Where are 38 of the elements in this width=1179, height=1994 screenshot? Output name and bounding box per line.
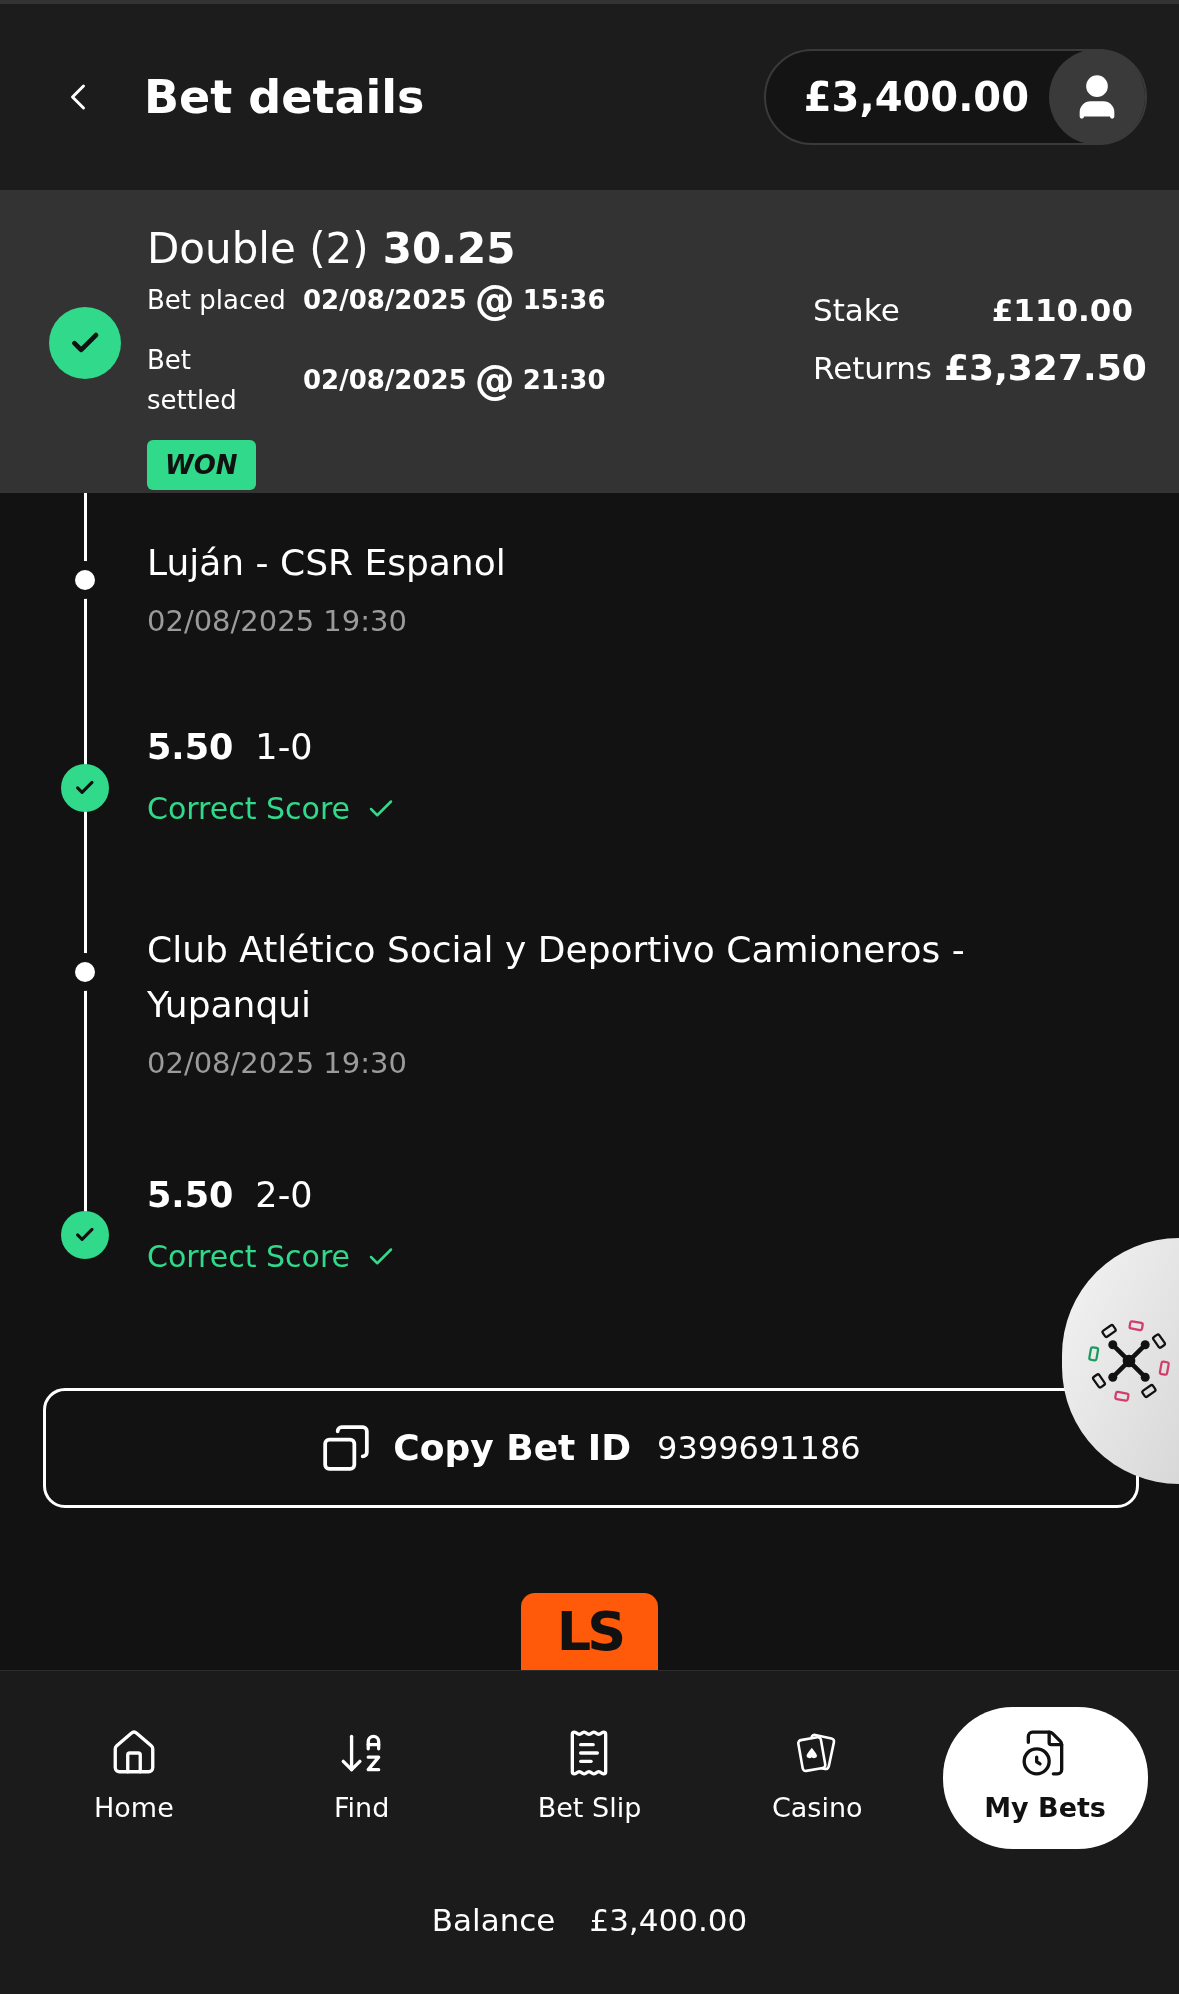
time-date: 02/08/2025 <box>303 364 467 397</box>
event-title: Luján - CSR Espanol <box>147 541 506 585</box>
copy-bet-id-button[interactable]: Copy Bet ID 9399691186 <box>43 1388 1139 1508</box>
bet-id: 9399691186 <box>657 1428 861 1469</box>
time-date: 02/08/2025 <box>303 284 467 317</box>
status-badge: WON <box>147 440 256 490</box>
market-label: Correct Score <box>147 792 351 826</box>
market-label: Correct Score <box>147 1240 351 1274</box>
nav-tab[interactable]: Home <box>31 1707 237 1849</box>
event-datetime: 02/08/2025 19:30 <box>147 604 408 638</box>
copy-icon <box>321 1423 372 1473</box>
score-selection: 2-0 <box>255 1174 313 1216</box>
bet-odds: 30.25 <box>382 224 516 274</box>
page-title: Bet details <box>144 68 425 126</box>
nav-tab[interactable]: Bet Slip <box>487 1707 692 1849</box>
at-sign: @ <box>474 360 515 400</box>
time-label: Bet settled <box>147 344 238 417</box>
balance-amount: £3,400.00 <box>589 1901 748 1940</box>
returns-amount: £3,327.50 <box>944 348 1147 388</box>
stake-label: Stake <box>813 291 900 330</box>
balance-label: Balance <box>431 1901 556 1940</box>
time-value: 15:36 <box>522 284 606 317</box>
score-selection: 1-0 <box>255 726 313 768</box>
event-title: Club Atlético Social y Deportivo Camioneros - Yupanqui <box>147 928 966 1027</box>
time-label: Bet placed <box>147 284 287 317</box>
nav-tab[interactable]: My Bets <box>942 1707 1148 1849</box>
odds-value: 5.50 <box>147 726 234 768</box>
brand-logo: LS <box>521 1593 658 1670</box>
at-sign: @ <box>474 280 515 320</box>
nav-tab[interactable]: Casino <box>714 1707 920 1849</box>
nav-tab[interactable]: Find <box>259 1707 465 1849</box>
stake-amount: £110.00 <box>991 291 1133 330</box>
bet-type: Double (2) <box>147 224 369 274</box>
balance-pill[interactable]: £3,400.00 <box>763 49 1147 145</box>
time-value: 21:30 <box>522 364 606 397</box>
returns-label: Returns <box>813 349 933 388</box>
event-datetime: 02/08/2025 19:30 <box>147 1046 408 1080</box>
odds-value: 5.50 <box>147 1174 234 1216</box>
